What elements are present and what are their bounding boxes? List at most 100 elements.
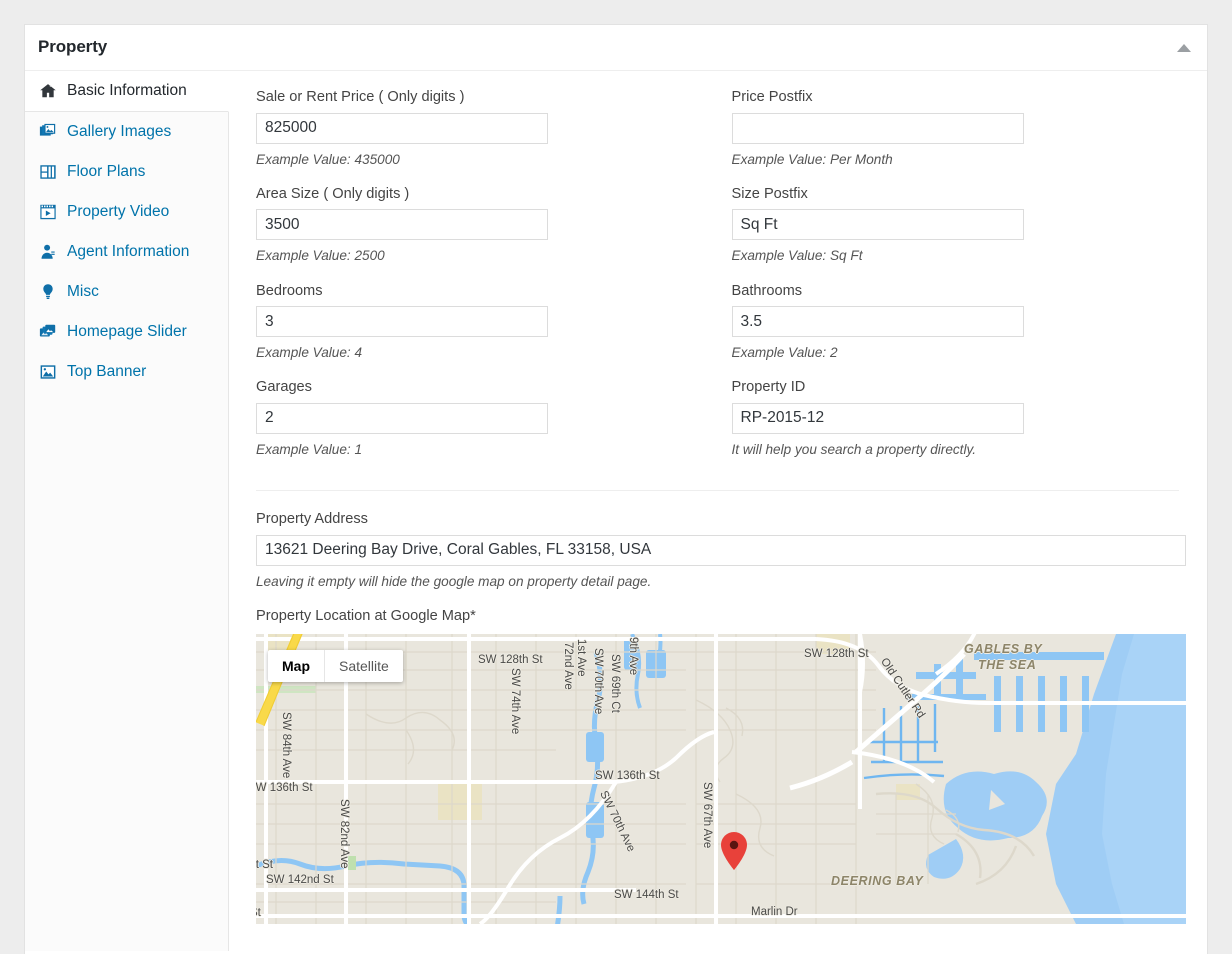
field-label: Price Postfix [732,89,1208,107]
map-street-label: SW 136th St [595,770,660,782]
property-panel: Property Basic Information [24,24,1208,954]
property-address-input[interactable] [256,535,1186,566]
field-hint: Example Value: 435000 [256,152,732,168]
map-street-label: SW 128th St [478,654,543,666]
size-postfix-input[interactable] [732,209,1024,240]
field-size-postfix: Size Postfix Example Value: Sq Ft [732,186,1208,265]
area-size-input[interactable] [256,209,548,240]
field-label: Bedrooms [256,283,732,301]
field-label: Property ID [732,379,1208,397]
map-street-label: SW 84th Ave [280,712,292,778]
form-row: Area Size ( Only digits ) Example Value:… [256,186,1207,283]
sidebar-item-homepage-slider[interactable]: Homepage Slider [25,312,228,352]
map-street-label: St [256,907,261,919]
bedrooms-input[interactable] [256,306,548,337]
form-row: Garages Example Value: 1 Property ID It … [256,379,1207,476]
field-label: Property Address [256,511,1207,529]
bathrooms-input[interactable] [732,306,1024,337]
images-icon [38,122,58,142]
user-icon [38,242,58,262]
map-street-label: SW 136th St [256,782,313,794]
sidebar-item-label: Misc [67,284,99,301]
basic-information-form: Sale or Rent Price ( Only digits ) Examp… [230,71,1207,954]
field-hint: Example Value: Sq Ft [732,248,1208,264]
map-type-map-button[interactable]: Map [268,650,324,683]
field-garages: Garages Example Value: 1 [256,379,732,458]
map-street-label: SW 69th Ct [609,654,621,713]
location-pin[interactable] [721,832,747,870]
field-area-size: Area Size ( Only digits ) Example Value:… [256,186,732,265]
field-hint: Example Value: 2 [732,345,1208,361]
settings-sidebar: Basic Information Gallery Images [25,71,229,951]
page-title: Property [38,37,107,57]
map-type-satellite-button[interactable]: Satellite [324,650,403,683]
map-street-label: 72nd Ave [562,642,574,690]
field-label: Size Postfix [732,186,1208,204]
field-bathrooms: Bathrooms Example Value: 2 [732,283,1208,362]
field-map: Property Location at Google Map* [230,590,1207,626]
field-label: Sale or Rent Price ( Only digits ) [256,89,732,107]
map-street-label: SW 70th Ave [592,648,604,714]
map-area-label: DEERING BAY [831,874,924,888]
field-label: Property Location at Google Map* [256,608,1207,626]
garages-input[interactable] [256,403,548,434]
map-street-label: Marlin Dr [751,906,798,918]
google-map[interactable]: Map Satellite SW 84th Ave SW 136th St SW 8… [256,634,1186,924]
field-hint: It will help you search a property direc… [732,442,1208,458]
field-label: Bathrooms [732,283,1208,301]
field-property-address: Property Address Leaving it empty will h… [230,491,1207,590]
sidebar-item-label: Agent Information [67,244,189,261]
field-hint: Example Value: Per Month [732,152,1208,168]
map-street-label: SW 142nd St [266,874,334,886]
map-street-label: SW 82nd Ave [338,799,350,868]
video-icon [38,202,58,222]
triangle-up-icon[interactable] [1175,41,1193,55]
home-icon [38,81,58,101]
triangle-up-glyph [1177,44,1191,52]
field-sale-or-rent-price: Sale or Rent Price ( Only digits ) Examp… [256,89,732,168]
price-input[interactable] [256,113,548,144]
map-street-label: SW 67th Ave [701,782,713,848]
price-postfix-input[interactable] [732,113,1024,144]
map-street-label: 9th Ave [627,637,639,675]
sidebar-item-label: Floor Plans [67,164,145,181]
sidebar-item-label: Gallery Images [67,124,171,141]
map-street-label: SW 74th Ave [509,668,521,734]
sidebar-item-misc[interactable]: Misc [25,272,228,312]
form-row: Bedrooms Example Value: 4 Bathrooms Exam… [256,283,1207,380]
map-street-label: st St [256,859,273,871]
map-area-label: THE SEA [978,658,1036,672]
property-id-input[interactable] [732,403,1024,434]
field-property-id: Property ID It will help you search a pr… [732,379,1208,458]
sidebar-item-label: Homepage Slider [67,324,187,341]
field-hint: Example Value: 1 [256,442,732,458]
sidebar-item-top-banner[interactable]: Top Banner [25,352,228,392]
field-hint: Example Value: 4 [256,345,732,361]
sidebar-item-basic-information[interactable]: Basic Information [25,71,229,112]
panel-body: Basic Information Gallery Images [25,71,1207,954]
field-hint: Example Value: 2500 [256,248,732,264]
form-row: Sale or Rent Price ( Only digits ) Examp… [256,89,1207,186]
sidebar-item-property-video[interactable]: Property Video [25,192,228,232]
layout-icon [38,162,58,182]
field-bedrooms: Bedrooms Example Value: 4 [256,283,732,362]
field-price-postfix: Price Postfix Example Value: Per Month [732,89,1208,168]
sidebar-item-label: Property Video [67,204,169,221]
field-grid: Sale or Rent Price ( Only digits ) Examp… [230,71,1207,476]
map-area-label: GABLES BY [964,642,1042,656]
field-label: Area Size ( Only digits ) [256,186,732,204]
image-icon [38,362,58,382]
sidebar-item-label: Top Banner [67,364,146,381]
panel-header: Property [25,25,1207,71]
field-hint: Leaving it empty will hide the google ma… [256,574,1207,590]
slides-icon [38,322,58,342]
field-label: Garages [256,379,732,397]
sidebar-item-agent-information[interactable]: Agent Information [25,232,228,272]
sidebar-item-gallery-images[interactable]: Gallery Images [25,112,228,152]
sidebar-item-floor-plans[interactable]: Floor Plans [25,152,228,192]
map-street-label: SW 128th St [804,648,869,660]
map-street-label: SW 144th St [614,889,679,901]
lightbulb-icon [38,282,58,302]
map-type-control[interactable]: Map Satellite [268,650,403,683]
sidebar-item-label: Basic Information [67,83,187,100]
